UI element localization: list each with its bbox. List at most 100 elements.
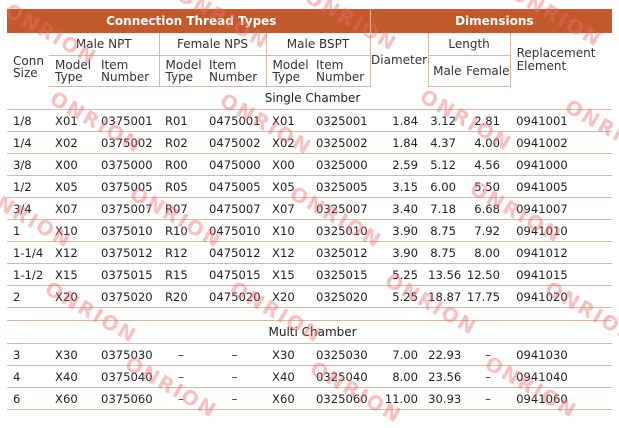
male-npt-model-cell: X20 — [49, 285, 95, 308]
section-label: Single Chamber — [7, 86, 613, 110]
male-length-cell: 4.37 — [428, 131, 467, 154]
female-nps-item-cell: – — [203, 343, 266, 366]
male-length-header: Male — [427, 55, 467, 87]
male-bspt-model-cell: X01 — [266, 109, 310, 132]
male-npt-item-cell: 0375012 — [95, 241, 159, 264]
male-bspt-model-cell: X02 — [266, 131, 310, 154]
male-bspt-model-cell: X07 — [266, 197, 310, 220]
item-number-header: Item Number — [310, 55, 371, 87]
male-bspt-item-cell: 0325030 — [310, 343, 371, 366]
male-npt-header: Male NPT — [49, 33, 159, 56]
male-bspt-item-cell: 0325007 — [310, 197, 371, 220]
diameter-header: Diameter — [369, 33, 429, 87]
male-length-cell: 8.75 — [428, 241, 467, 264]
male-bspt-header: Male BSPT — [265, 33, 371, 56]
female-length-cell: 6.68 — [466, 197, 511, 220]
male-bspt-model-cell: X05 — [266, 175, 310, 198]
table-row: 1/8 X01 0375001 R01 0475001 X01 0325001 1.84 3.1… — [7, 109, 613, 132]
diameter-cell: 3.90 — [370, 219, 429, 242]
male-npt-model-cell: X05 — [49, 175, 95, 198]
female-length-cell: – — [466, 387, 511, 410]
section-row: Multi Chamber — [7, 320, 613, 344]
replacement-cell: 0941007 — [510, 197, 613, 220]
male-bspt-item-cell: 0325040 — [310, 365, 371, 388]
table-row: 1/2 X05 0375005 R05 0475005 X05 0325005 3.15 6.0… — [7, 175, 613, 198]
table-row: 3/4 X07 0375007 R07 0475007 X07 0325007 3.40 7.1… — [7, 197, 613, 220]
male-length-cell: 8.75 — [428, 219, 467, 242]
female-nps-model-cell: R07 — [159, 197, 203, 220]
female-length-cell: 8.00 — [466, 241, 511, 264]
female-nps-item-cell: 0475000 — [203, 153, 266, 176]
male-bspt-item-cell: 0325001 — [310, 109, 371, 132]
female-nps-item-cell: 0475005 — [203, 175, 266, 198]
female-nps-item-cell: 0475002 — [203, 131, 266, 154]
connection-header: Connection Thread Types — [7, 9, 371, 33]
male-bspt-item-cell: 0325060 — [310, 387, 371, 410]
table-row: 2 X20 0375020 R20 0475020 X20 0325020 5.25 18.87… — [7, 285, 613, 308]
female-nps-model-cell: R05 — [159, 175, 203, 198]
conn-size-header: Conn Size — [13, 53, 44, 80]
diameter-cell: 1.84 — [370, 109, 429, 132]
male-length-cell: 6.00 — [428, 175, 467, 198]
male-bspt-model-cell: X00 — [266, 153, 310, 176]
table-row: 1-1/4 X12 0375012 R12 0475012 X12 0325012 3.90 8… — [7, 241, 613, 264]
male-npt-item-cell: 0375010 — [95, 219, 159, 242]
male-npt-item-cell: 0375001 — [95, 109, 159, 132]
header-row: Connection Thread Types Dimensions — [7, 9, 613, 33]
female-nps-header: Female NPS — [158, 33, 266, 56]
male-npt-item-cell: 0375015 — [95, 263, 159, 286]
female-nps-model-cell: R00 — [159, 153, 203, 176]
male-length-cell: 13.56 — [428, 263, 467, 286]
male-bspt-item-cell: 0325012 — [310, 241, 371, 264]
replacement-cell: 0941030 — [510, 343, 613, 366]
conn-size-cell: 6 — [7, 387, 49, 410]
conn-size-cell: 3/4 — [7, 197, 49, 220]
male-bspt-item-cell: 0325005 — [310, 175, 371, 198]
male-npt-item-cell: 0375060 — [95, 387, 159, 410]
male-npt-item-cell: 0375002 — [95, 131, 159, 154]
male-npt-model-cell: X12 — [49, 241, 95, 264]
table-row: 1-1/2 X15 0375015 R15 0475015 X15 0325015 5.25 1… — [7, 263, 613, 286]
diameter-cell: 3.15 — [370, 175, 429, 198]
male-npt-item-cell: 0375007 — [95, 197, 159, 220]
male-bspt-item-cell: 0325000 — [310, 153, 371, 176]
replacement-cell: 0941005 — [510, 175, 613, 198]
diameter-cell: 2.59 — [370, 153, 429, 176]
female-nps-item-cell: 0475015 — [203, 263, 266, 286]
diameter-cell: 7.00 — [370, 343, 429, 366]
male-npt-model-cell: X30 — [49, 343, 95, 366]
male-bspt-model-cell: X20 — [266, 285, 310, 308]
conn-size-cell: 1/2 — [7, 175, 49, 198]
female-length-cell: – — [466, 365, 511, 388]
male-length-cell: 23.56 — [428, 365, 467, 388]
male-npt-item-cell: 0375030 — [95, 343, 159, 366]
table-row: 3 X30 0375030– – X30 0325030 7.00 22.93–0941030 — [7, 343, 613, 366]
male-npt-model-cell: X02 — [49, 131, 95, 154]
spec-table: Connection Thread Types Dimensions Conn … — [7, 9, 613, 410]
female-nps-item-cell: 0475007 — [203, 197, 266, 220]
conn-size-cell: 3 — [7, 343, 49, 366]
male-length-cell: 22.93 — [428, 343, 467, 366]
male-length-cell: 7.18 — [428, 197, 467, 220]
male-length-cell: 5.12 — [428, 153, 467, 176]
model-type-header: Model Type — [265, 55, 310, 87]
table-row: 6 X60 0375060– – X60 0325060 11.00 30.93–094106… — [7, 387, 613, 410]
female-nps-item-cell: 0475020 — [203, 285, 266, 308]
female-length-cell: 5.50 — [466, 175, 511, 198]
male-npt-item-cell: 0375040 — [95, 365, 159, 388]
male-npt-item-cell: 0375000 — [95, 153, 159, 176]
conn-size-cell: 4 — [7, 365, 49, 388]
replacement-header: Replacement Element — [509, 33, 613, 87]
conn-size-cell: 1/4 — [7, 131, 49, 154]
female-length-cell: 2.81 — [466, 109, 511, 132]
female-nps-model-cell: – — [159, 365, 203, 388]
male-length-cell: 30.93 — [428, 387, 467, 410]
female-length-cell: 12.50 — [466, 263, 511, 286]
male-npt-item-cell: 0375020 — [95, 285, 159, 308]
diameter-cell: 1.84 — [370, 131, 429, 154]
female-nps-item-cell: – — [203, 387, 266, 410]
table-row: 3/8 X00 0375000 R00 0475000 X00 0325000 2.59 5.1… — [7, 153, 613, 176]
male-bspt-model-cell: X15 — [266, 263, 310, 286]
male-bspt-item-cell: 0325010 — [310, 219, 371, 242]
female-length-cell: – — [466, 343, 511, 366]
